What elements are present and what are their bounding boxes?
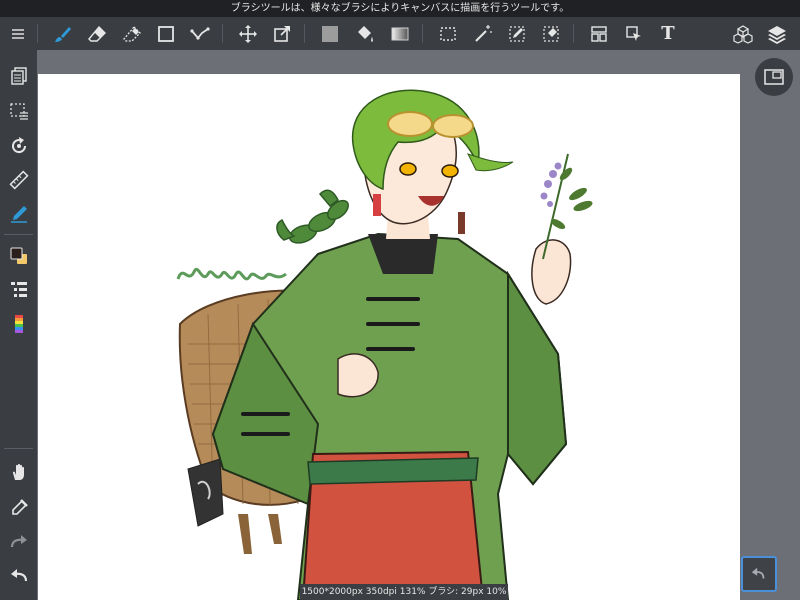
selection-icon[interactable] [0,95,37,127]
smudge-icon[interactable] [116,17,148,50]
navigator-icon [764,69,784,85]
quick-undo-button[interactable] [741,556,777,592]
fill-icon[interactable] [314,17,346,50]
undo-icon[interactable] [0,560,37,592]
select-eraser-icon[interactable] [535,17,567,50]
rotate-icon[interactable] [0,130,37,162]
select-pen-icon[interactable] [501,17,533,50]
polyline-icon[interactable] [184,17,216,50]
shape-icon[interactable] [150,17,182,50]
quick-undo-icon [751,567,765,579]
eraser-icon[interactable] [81,17,113,50]
transform-icon[interactable] [266,17,298,50]
green-scribble [176,268,287,281]
drawing-canvas[interactable] [38,74,740,600]
layers-icon[interactable] [761,17,793,50]
color-swatch-icon[interactable] [0,240,37,272]
canvas-info-bar: 1500*2000px 350dpi 131% ブラシ: 29px 10% [300,584,508,600]
frame-icon[interactable] [583,17,615,50]
text-icon[interactable]: T [652,17,684,50]
pages-icon[interactable] [0,60,37,92]
tool-hint-bar: ブラシツールは、様々なブラシによりキャンバスに描画を行うツールです。 [0,0,800,17]
menu-icon[interactable] [2,17,34,50]
eyedropper-icon[interactable] [0,492,37,524]
snap-pen-icon[interactable] [0,198,37,230]
app-window: ブラシツールは、様々なブラシによりキャンバスに描画を行うツールです。 T 150… [0,0,800,600]
character [211,89,572,600]
color-palette-icon[interactable] [0,308,37,340]
bucket-icon[interactable] [350,17,382,50]
layer-list-icon[interactable] [0,274,37,306]
magic-wand-icon[interactable] [467,17,499,50]
canvas-info-text: 1500*2000px 350dpi 131% ブラシ: 29px 10% [301,587,507,597]
left-sidebar [0,50,37,600]
tool-hint-text: ブラシツールは、様々なブラシによりキャンバスに描画を行うツールです。 [230,3,570,14]
redo-icon[interactable] [0,526,37,558]
move-icon[interactable] [232,17,264,50]
gradient-icon[interactable] [384,17,416,50]
material-icon[interactable] [727,17,759,50]
text-tool-glyph: T [661,23,675,44]
select-icon[interactable] [432,17,464,50]
operation-icon[interactable] [618,17,650,50]
top-toolbar: T [0,17,800,50]
canvas-artwork [176,89,593,600]
ruler-icon[interactable] [0,164,37,196]
hand-icon[interactable] [0,456,37,488]
brush-icon[interactable] [47,17,79,50]
braid [276,189,349,244]
navigator-button[interactable] [755,58,793,96]
